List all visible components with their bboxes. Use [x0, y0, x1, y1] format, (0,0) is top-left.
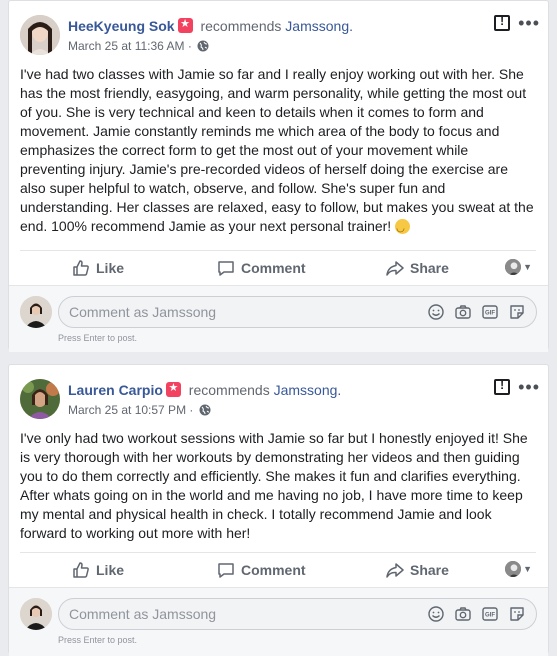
- timestamp[interactable]: March 25 at 10:57 PM: [68, 403, 186, 417]
- page-avatar-small: [505, 259, 522, 275]
- post-body: I've only had two workout sessions with …: [20, 429, 536, 543]
- more-dots-icon[interactable]: •••: [518, 378, 540, 396]
- sticker-icon[interactable]: [508, 605, 526, 623]
- flag-icon[interactable]: [494, 378, 511, 395]
- post-top-icons: •••: [494, 14, 540, 32]
- composer-icons: GIF: [427, 303, 526, 321]
- chevron-down-icon: ▼: [523, 564, 532, 574]
- more-dots-icon[interactable]: •••: [518, 14, 540, 32]
- like-button[interactable]: Like: [72, 259, 124, 277]
- page-avatar-small: [505, 561, 522, 577]
- comment-composer: Comment as Jamssong GIF Press Enter to p…: [9, 285, 548, 352]
- speech-bubble-icon: [218, 261, 234, 276]
- comment-hint: Press Enter to post.: [58, 333, 138, 343]
- page-link[interactable]: Jamssong.: [285, 18, 353, 34]
- post-meta: March 25 at 10:57 PM ·: [68, 403, 211, 417]
- like-label: Like: [96, 260, 125, 276]
- camera-icon[interactable]: [454, 605, 472, 623]
- share-label: Share: [410, 260, 449, 276]
- speech-bubble-icon: [218, 563, 234, 578]
- post-actions: Like Comment Share ▼: [20, 250, 536, 285]
- flag-icon[interactable]: [494, 14, 511, 31]
- svg-text:GIF: GIF: [485, 613, 495, 619]
- like-label: Like: [96, 562, 125, 578]
- post-meta: March 25 at 11:36 AM ·: [68, 39, 209, 53]
- comment-input[interactable]: Comment as Jamssong GIF: [58, 598, 537, 630]
- comment-label: Comment: [241, 562, 306, 578]
- share-arrow-icon: [386, 261, 404, 276]
- comment-input[interactable]: Comment as Jamssong GIF: [58, 296, 537, 328]
- author-avatar[interactable]: [20, 15, 60, 55]
- gif-icon[interactable]: GIF: [481, 605, 499, 623]
- post-top-icons: •••: [494, 378, 540, 396]
- comment-button[interactable]: Comment: [217, 561, 306, 579]
- smiley-icon[interactable]: [427, 605, 445, 623]
- share-arrow-icon: [386, 563, 404, 578]
- globe-icon[interactable]: [199, 404, 211, 416]
- comment-button[interactable]: Comment: [217, 259, 306, 277]
- post-as-selector[interactable]: ▼: [505, 561, 532, 577]
- star-icon: [165, 381, 181, 397]
- composer-icons: GIF: [427, 605, 526, 623]
- share-button[interactable]: Share: [386, 259, 449, 277]
- post-header: Lauren Carpio recommends Jamssong.: [68, 381, 342, 398]
- post-body: I've had two classes with Jamie so far a…: [20, 65, 536, 238]
- commenter-avatar: [20, 296, 52, 328]
- post-actions: Like Comment Share ▼: [20, 552, 536, 587]
- share-label: Share: [410, 562, 449, 578]
- gif-icon[interactable]: GIF: [481, 303, 499, 321]
- recommendation-post: HeeKyeung Sok recommends Jamssong. March…: [8, 0, 549, 352]
- author-avatar[interactable]: [20, 379, 60, 419]
- sticker-icon[interactable]: [508, 303, 526, 321]
- camera-icon[interactable]: [454, 303, 472, 321]
- comment-label: Comment: [241, 260, 306, 276]
- post-text: I've only had two workout sessions with …: [20, 430, 528, 541]
- post-text: I've had two classes with Jamie so far a…: [20, 66, 534, 234]
- post-as-selector[interactable]: ▼: [505, 259, 532, 275]
- chevron-down-icon: ▼: [523, 262, 532, 272]
- page-link[interactable]: Jamssong.: [274, 382, 342, 398]
- recommendation-post: Lauren Carpio recommends Jamssong. March…: [8, 364, 549, 656]
- author-name[interactable]: Lauren Carpio: [68, 382, 163, 398]
- author-name[interactable]: HeeKyeung Sok: [68, 18, 175, 34]
- thumbs-up-icon: [73, 562, 89, 578]
- separator-dot: ·: [189, 403, 194, 417]
- recommends-label: recommends: [200, 18, 282, 34]
- thumbs-up-icon: [73, 260, 89, 276]
- recommends-label: recommends: [188, 382, 270, 398]
- post-header: HeeKyeung Sok recommends Jamssong.: [68, 17, 353, 34]
- like-button[interactable]: Like: [72, 561, 124, 579]
- smiley-icon[interactable]: [427, 303, 445, 321]
- separator-dot: ·: [187, 39, 192, 53]
- comment-placeholder: Comment as Jamssong: [69, 606, 217, 622]
- smiley-emoji-icon: [395, 219, 411, 238]
- share-button[interactable]: Share: [386, 561, 449, 579]
- commenter-avatar: [20, 598, 52, 630]
- comment-hint: Press Enter to post.: [58, 635, 138, 645]
- globe-icon[interactable]: [197, 40, 209, 52]
- star-icon: [177, 17, 193, 33]
- timestamp[interactable]: March 25 at 11:36 AM: [68, 39, 185, 53]
- svg-text:GIF: GIF: [485, 311, 495, 317]
- comment-placeholder: Comment as Jamssong: [69, 304, 217, 320]
